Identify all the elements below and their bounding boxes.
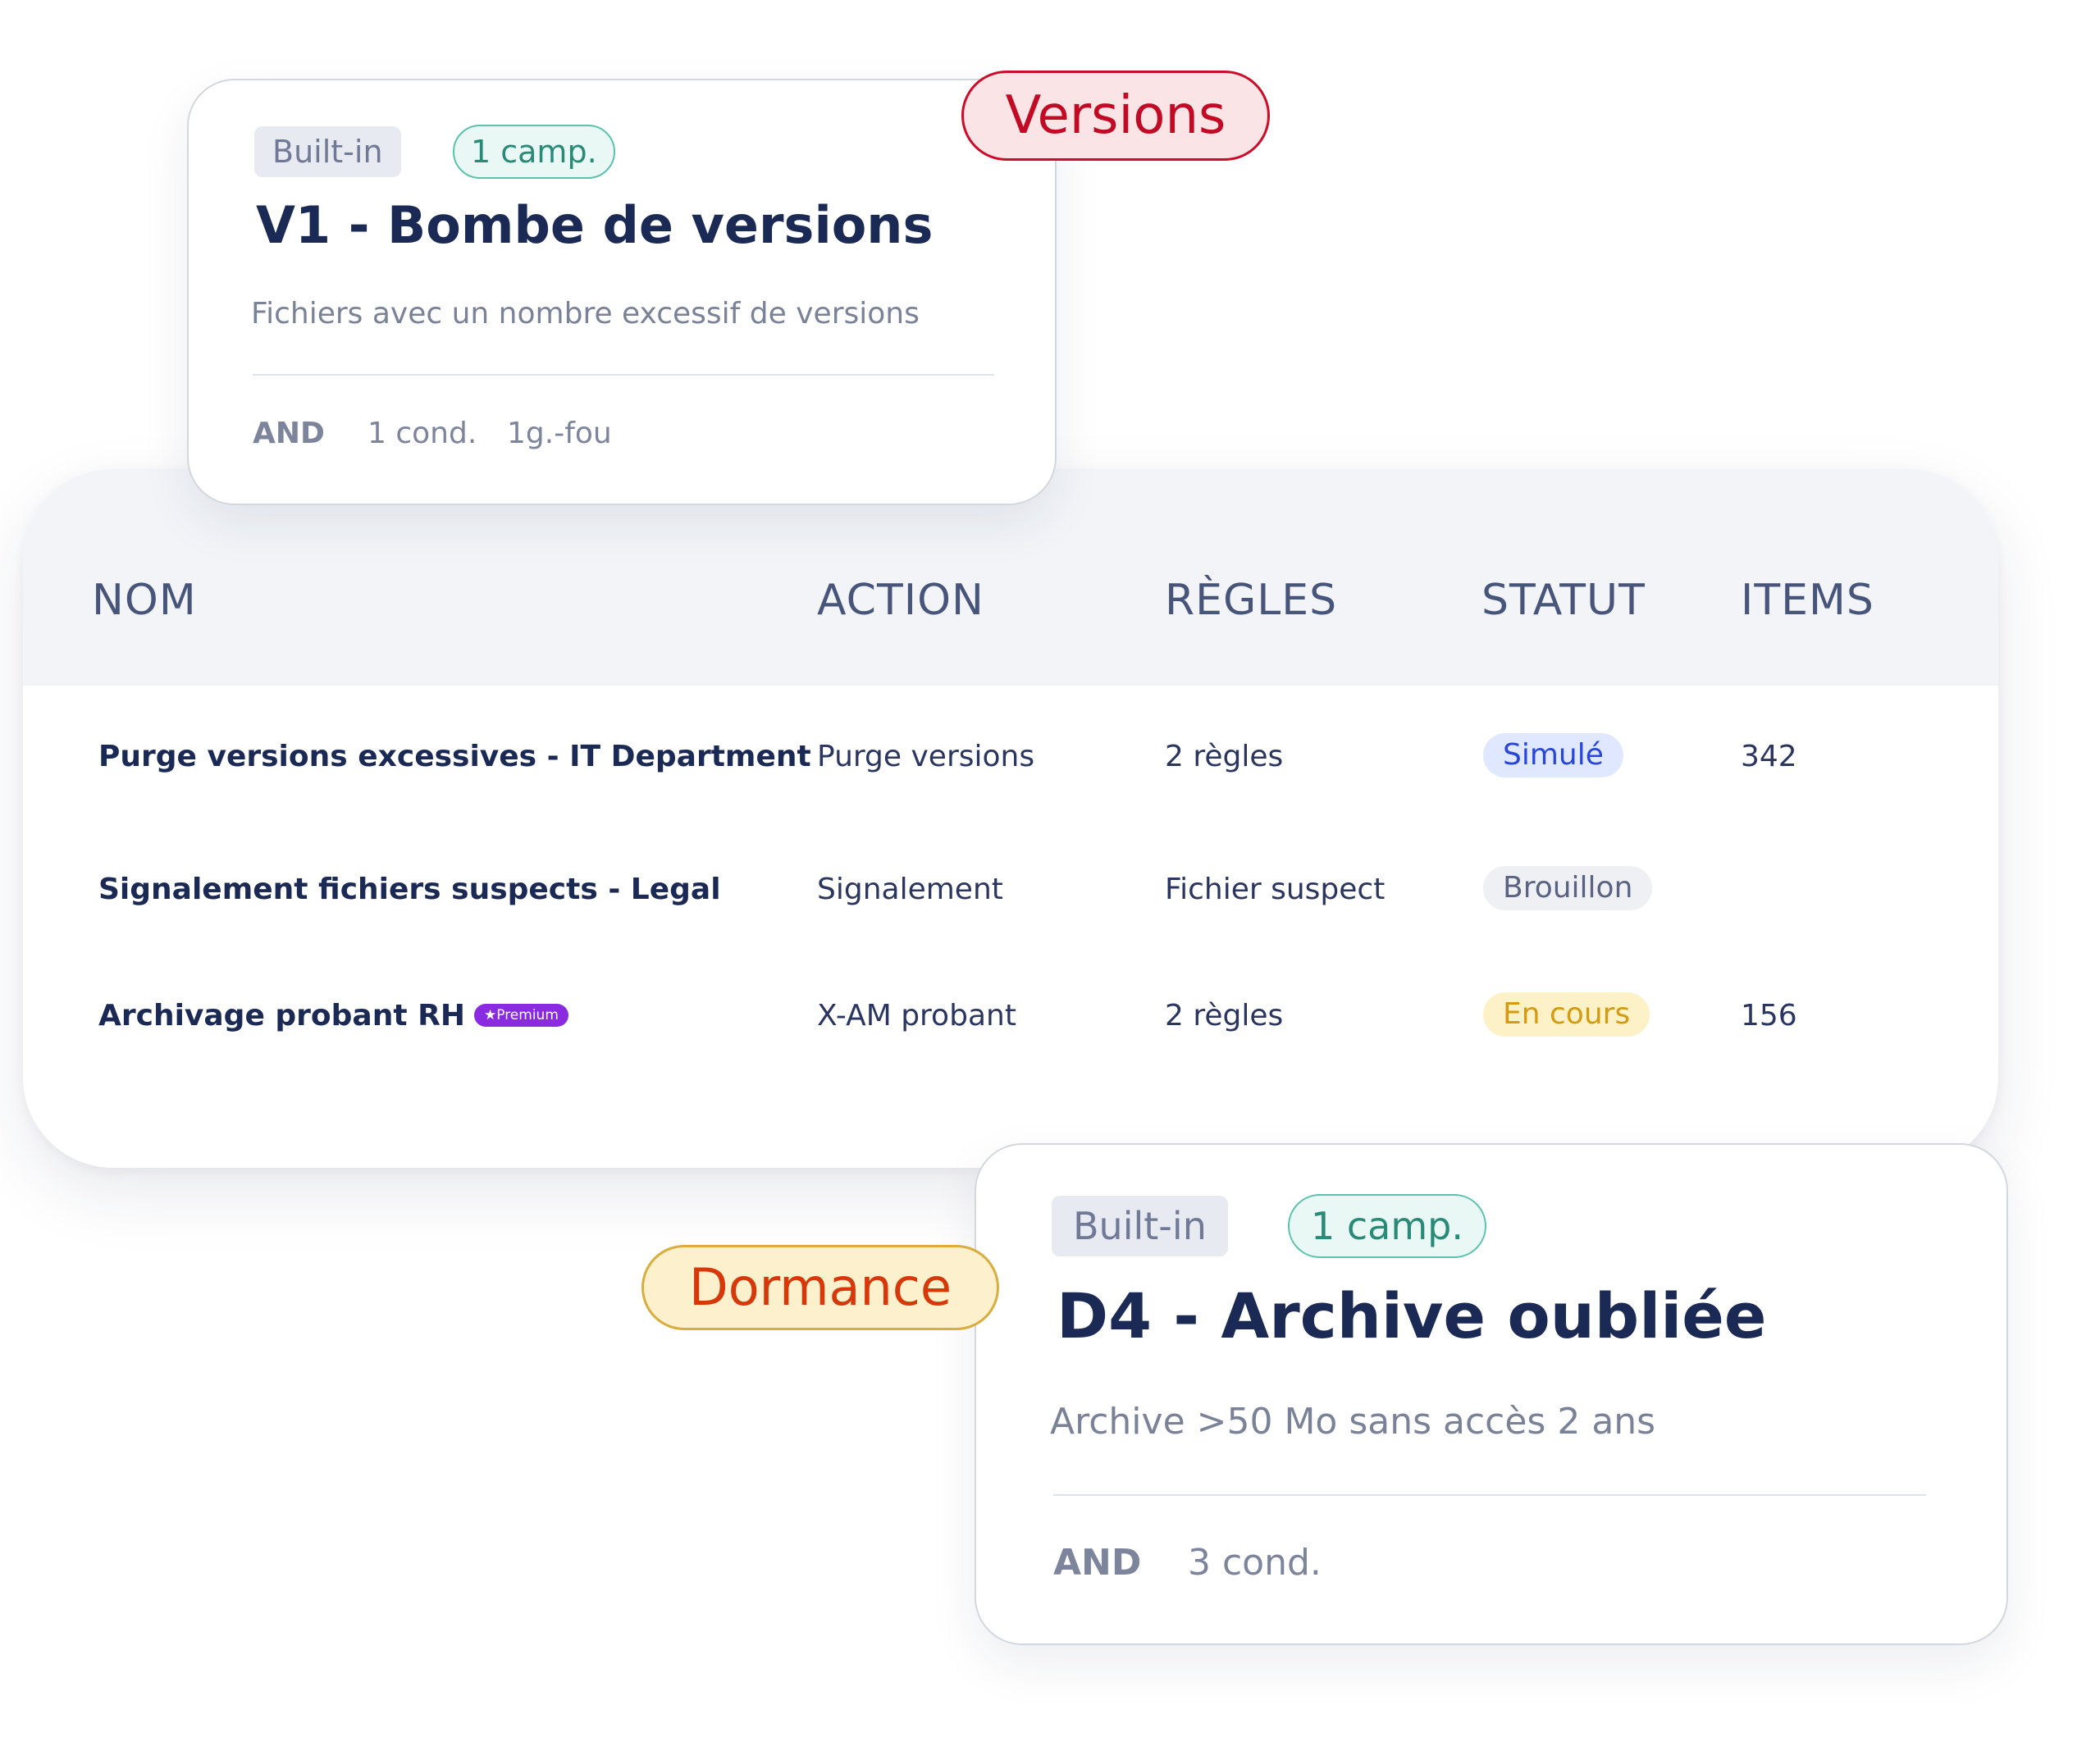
rule-description: Archive >50 Mo sans accès 2 ans — [1050, 1401, 1656, 1443]
row-rules: 2 règles — [1165, 999, 1284, 1033]
rule-title: V1 - Bombe de versions — [256, 195, 934, 255]
row-rules: Fichier suspect — [1165, 873, 1386, 906]
rule-description: Fichiers avec un nombre excessif de vers… — [251, 297, 920, 331]
row-action: Signalement — [817, 873, 1003, 906]
row-items: 342 — [1741, 740, 1797, 773]
condition-count: 3 cond. — [1188, 1542, 1322, 1584]
category-pill-versions: Versions — [961, 71, 1270, 161]
status-badge: En cours — [1483, 992, 1650, 1037]
row-items: 156 — [1741, 999, 1797, 1033]
rule-title: D4 - Archive oubliée — [1057, 1279, 1767, 1352]
condition-count: 1 cond. — [368, 417, 477, 450]
logic-operator: AND — [1053, 1542, 1142, 1584]
row-name[interactable]: Purge versions excessives - IT Departmen… — [98, 740, 811, 773]
premium-badge: ★Premium — [474, 1004, 568, 1027]
builtin-tag: Built-in — [254, 126, 401, 177]
column-header-regles[interactable]: RÈGLES — [1165, 576, 1337, 625]
row-rules: 2 règles — [1165, 740, 1284, 773]
column-header-action[interactable]: ACTION — [817, 576, 984, 625]
column-header-nom[interactable]: NOM — [92, 576, 197, 625]
column-header-items[interactable]: ITEMS — [1741, 576, 1874, 625]
row-action: X-AM probant — [817, 999, 1016, 1033]
divider — [253, 374, 994, 376]
status-badge: Simulé — [1483, 733, 1623, 777]
rule-extra: 1g.-fou — [507, 417, 612, 450]
campaign-tag[interactable]: 1 camp. — [1288, 1194, 1486, 1258]
rule-card-d4[interactable]: Built-in 1 camp. D4 - Archive oubliée Ar… — [975, 1143, 2008, 1645]
row-action: Purge versions — [817, 740, 1035, 773]
builtin-tag: Built-in — [1052, 1196, 1228, 1256]
logic-operator: AND — [253, 417, 325, 450]
row-name[interactable]: Signalement fichiers suspects - Legal — [98, 873, 721, 906]
divider — [1053, 1494, 1926, 1496]
column-header-statut[interactable]: STATUT — [1481, 576, 1646, 625]
row-name[interactable]: Archivage probant RH — [98, 999, 465, 1033]
rule-card-v1[interactable]: Built-in 1 camp. V1 - Bombe de versions … — [187, 79, 1057, 505]
category-pill-dormance: Dormance — [641, 1245, 999, 1330]
campaigns-table: NOM ACTION RÈGLES STATUT ITEMS Purge ver… — [23, 469, 1998, 1168]
campaign-tag[interactable]: 1 camp. — [453, 125, 615, 179]
status-badge: Brouillon — [1483, 866, 1653, 910]
